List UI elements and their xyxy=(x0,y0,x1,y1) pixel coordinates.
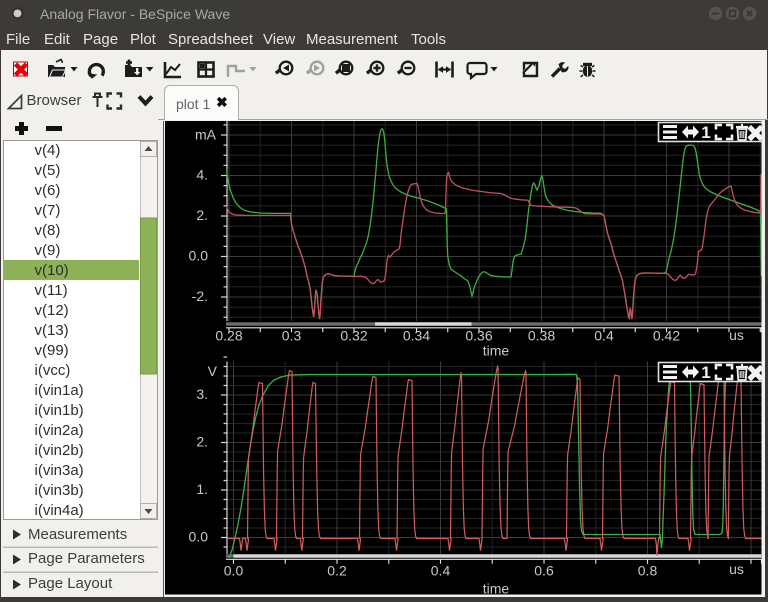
svg-text:us: us xyxy=(729,561,744,577)
svg-text:0.0: 0.0 xyxy=(189,529,209,545)
svg-text:mA: mA xyxy=(195,127,217,143)
svg-text:3.: 3. xyxy=(196,386,208,402)
svg-text:time: time xyxy=(483,343,510,359)
svg-text:0.28: 0.28 xyxy=(215,328,242,344)
svg-text:1: 1 xyxy=(701,363,710,382)
svg-text:0.32: 0.32 xyxy=(340,328,367,344)
svg-text:us: us xyxy=(729,327,744,343)
svg-text:V: V xyxy=(208,363,218,379)
svg-text:0.4: 0.4 xyxy=(431,563,451,579)
svg-text:0.0: 0.0 xyxy=(224,563,244,579)
svg-text:4.: 4. xyxy=(196,167,208,183)
svg-text:0.42: 0.42 xyxy=(653,328,680,344)
svg-text:0.2: 0.2 xyxy=(327,563,347,579)
svg-text:time: time xyxy=(483,581,510,597)
svg-text:0.38: 0.38 xyxy=(528,328,555,344)
svg-text:0.6: 0.6 xyxy=(534,563,554,579)
svg-text:0.8: 0.8 xyxy=(638,563,658,579)
svg-text:0.0: 0.0 xyxy=(189,248,209,264)
svg-text:1.: 1. xyxy=(196,481,208,497)
svg-text:2.: 2. xyxy=(196,207,208,223)
svg-text:0.36: 0.36 xyxy=(465,328,492,344)
svg-text:2.: 2. xyxy=(196,434,208,450)
svg-text:-2.: -2. xyxy=(192,288,208,304)
svg-text:0.34: 0.34 xyxy=(403,328,430,344)
svg-text:0.4: 0.4 xyxy=(594,328,614,344)
svg-text:0.3: 0.3 xyxy=(282,328,302,344)
svg-text:1: 1 xyxy=(701,123,710,142)
